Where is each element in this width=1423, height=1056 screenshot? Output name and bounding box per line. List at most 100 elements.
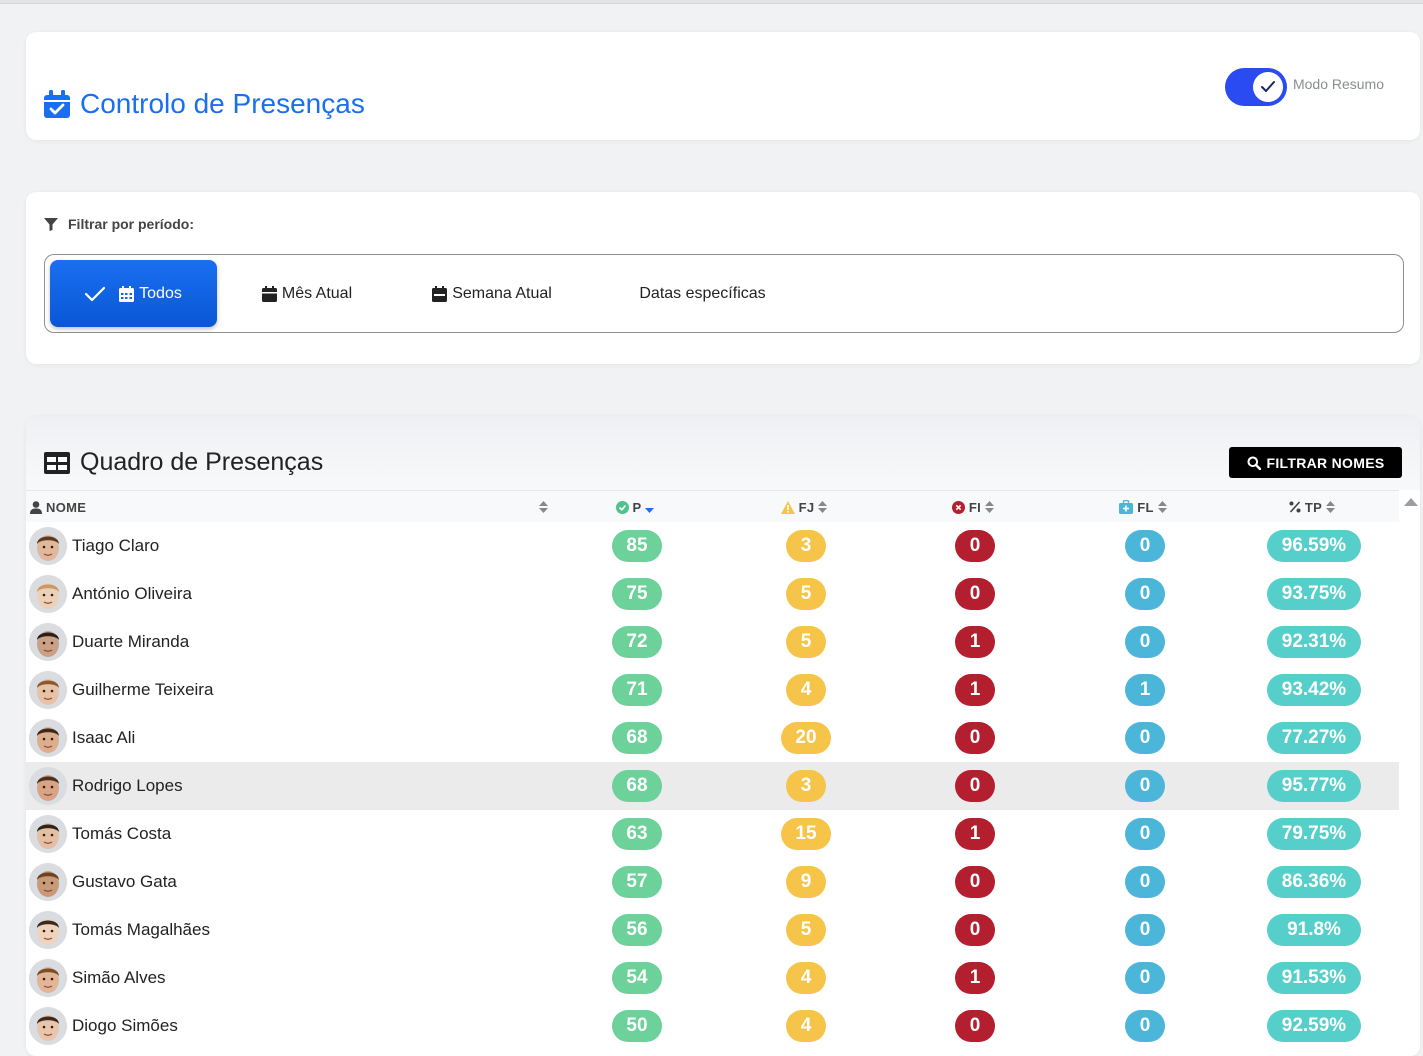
filter-names-label: FILTRAR NOMES [1266,454,1385,471]
period-option-semana-atual[interactable]: Semana Atual [397,260,587,327]
count-badge-p: 72 [612,626,662,658]
avatar [29,815,67,853]
summary-mode-label: Modo Resumo [1292,76,1384,92]
student-name: Tiago Claro [72,536,160,555]
count-badge-fi: 0 [955,722,995,754]
filter-title-text: Filtrar por período: [68,216,194,232]
count-badge-p: 71 [612,674,662,706]
table-row[interactable]: Tomás Magalhães 56 5 0 0 91.8% [26,906,1399,954]
scrollbar-up-arrow[interactable] [1404,498,1418,506]
sort-desc-icon [645,508,655,513]
count-badge-fi: 0 [955,914,995,946]
column-header-label: FJ [798,499,815,515]
count-badge-p: 85 [612,530,662,562]
table-title-text: Quadro de Presenças [80,448,324,476]
count-badge-tp: 93.75% [1267,578,1361,610]
avatar [29,767,67,805]
page-title-text: Controlo de Presenças [80,88,365,119]
count-badge-fj: 3 [786,530,826,562]
count-badge-fj: 5 [786,626,826,658]
count-badge-p: 68 [612,722,662,754]
period-option-label: Semana Atual [452,284,552,302]
count-badge-p: 50 [612,1010,662,1042]
period-option-label: Datas específicas [639,284,766,302]
table-row[interactable]: Simão Alves 54 4 1 0 91.53% [26,954,1399,1002]
x-circle-icon [951,500,965,514]
filter-card: Filtrar por período: Todos Mês Atual Sem… [26,192,1420,364]
student-name: Gustavo Gata [72,872,177,891]
table-row[interactable]: Duarte Miranda 72 5 1 0 92.31% [26,618,1399,666]
check-icon [85,286,106,301]
count-badge-tp: 92.31% [1267,626,1361,658]
calendar-icon [261,285,277,302]
percent-icon [1289,501,1301,513]
period-option-mes-atual[interactable]: Mês Atual [217,260,397,327]
count-badge-fl: 0 [1125,866,1165,898]
calendar-check-icon [44,90,70,118]
table-row[interactable]: Tiago Claro 85 3 0 0 96.59% [26,522,1399,570]
column-header-fj[interactable]: FJ [731,491,881,523]
table-row[interactable]: Tomás Costa 63 15 1 0 79.75% [26,810,1399,858]
avatar [29,575,67,613]
count-badge-fi: 1 [955,674,995,706]
avatar [29,911,67,949]
column-header-label: NOME [46,499,87,515]
student-name: Isaac Ali [72,728,136,747]
count-badge-fl: 1 [1125,674,1165,706]
count-badge-fj: 20 [781,722,831,754]
student-name: António Oliveira [72,584,193,603]
column-header-fi[interactable]: FI [900,491,1050,523]
count-badge-fj: 4 [786,1010,826,1042]
count-badge-tp: 96.59% [1267,530,1361,562]
count-badge-tp: 92.59% [1267,1010,1361,1042]
table-row[interactable]: Isaac Ali 68 20 0 0 77.27% [26,714,1399,762]
count-badge-fl: 0 [1125,578,1165,610]
column-header-fl[interactable]: FL [1070,491,1220,523]
table-row[interactable]: António Oliveira 75 5 0 0 93.75% [26,570,1399,618]
student-name: Guilherme Teixeira [72,680,214,699]
count-badge-fl: 0 [1125,962,1165,994]
count-badge-fj: 5 [786,578,826,610]
count-badge-tp: 95.77% [1267,770,1361,802]
user-icon [30,500,42,514]
table-icon [44,451,70,474]
count-badge-fj: 4 [786,674,826,706]
table-row[interactable]: Guilherme Teixeira 71 4 1 1 93.42% [26,666,1399,714]
student-name: Tomás Magalhães [72,920,210,939]
summary-mode-toggle[interactable] [1224,68,1287,106]
count-badge-p: 57 [612,866,662,898]
filter-names-button[interactable]: FILTRAR NOMES [1229,447,1402,478]
count-badge-fl: 0 [1125,914,1165,946]
count-badge-p: 75 [612,578,662,610]
calendar-icon [119,285,135,302]
count-badge-fj: 4 [786,962,826,994]
period-option-todos[interactable]: Todos [50,260,217,327]
avatar [29,719,67,757]
count-badge-fl: 0 [1125,530,1165,562]
count-badge-fi: 1 [955,818,995,850]
column-header-p[interactable]: P [562,491,712,523]
toggle-knob [1252,72,1283,102]
table-body: Tiago Claro 85 3 0 0 96.59% António Oliveira 75… [26,522,1399,1050]
table-row[interactable]: Diogo Simões 50 4 0 0 92.59% [26,1002,1399,1050]
attendance-table-card: Quadro de Presenças FILTRAR NOMES NOME P [26,416,1420,1056]
sort-icon [1157,501,1167,513]
top-border [0,0,1423,4]
student-name: Duarte Miranda [72,632,190,651]
column-header-name[interactable]: NOME [30,491,554,523]
table-row[interactable]: Rodrigo Lopes 68 3 0 0 95.77% [26,762,1399,810]
count-badge-fj: 15 [781,818,831,850]
column-header-tp[interactable]: TP [1239,491,1389,523]
period-option-label: Todos [139,284,182,302]
avatar [29,863,67,901]
count-badge-p: 54 [612,962,662,994]
column-header-label: TP [1304,499,1323,515]
count-badge-fi: 0 [955,1010,995,1042]
period-option-datas-especificas[interactable]: Datas específicas [587,260,818,327]
count-badge-fj: 3 [786,770,826,802]
table-row[interactable]: Gustavo Gata 57 9 0 0 86.36% [26,858,1399,906]
summary-mode-toggle-group: Modo Resumo [1224,68,1384,106]
count-badge-fl: 0 [1125,770,1165,802]
count-badge-fi: 0 [955,770,995,802]
student-name: Diogo Simões [72,1016,178,1035]
